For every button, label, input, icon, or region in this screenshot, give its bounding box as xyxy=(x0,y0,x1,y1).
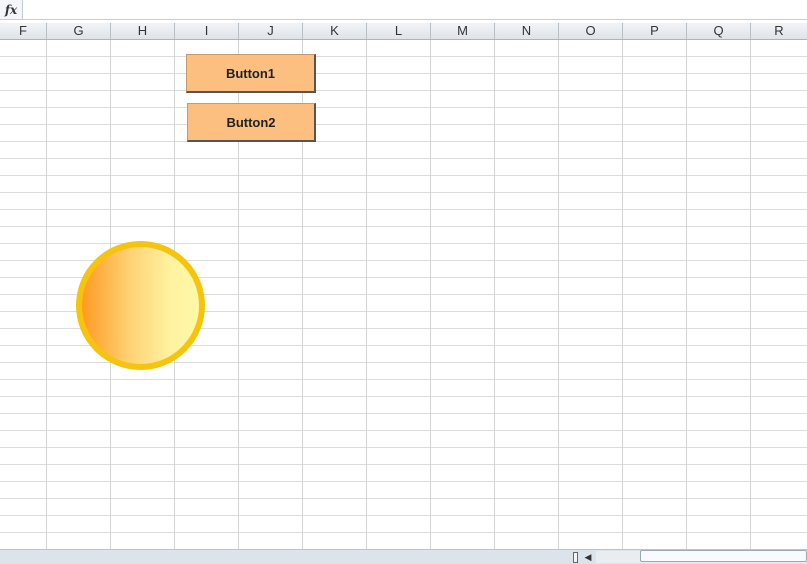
gridline xyxy=(622,40,623,549)
formula-bar: fx xyxy=(0,0,807,20)
gridline xyxy=(494,40,495,549)
column-header-n[interactable]: N xyxy=(495,23,559,39)
column-header-i[interactable]: I xyxy=(175,23,239,39)
formula-input[interactable] xyxy=(23,0,807,19)
gridline xyxy=(558,40,559,549)
column-header-r[interactable]: R xyxy=(751,23,807,39)
column-header-f[interactable]: F xyxy=(0,23,47,39)
gridline xyxy=(686,40,687,549)
column-header-j[interactable]: J xyxy=(239,23,303,39)
gridline xyxy=(366,40,367,549)
column-header-q[interactable]: Q xyxy=(687,23,751,39)
column-header-k[interactable]: K xyxy=(303,23,367,39)
circle-shape[interactable] xyxy=(76,241,205,370)
arrow-left-icon[interactable]: ◀ xyxy=(582,551,594,563)
column-header-m[interactable]: M xyxy=(431,23,495,39)
split-handle-icon[interactable] xyxy=(573,552,578,563)
column-header-l[interactable]: L xyxy=(367,23,431,39)
column-header-p[interactable]: P xyxy=(623,23,687,39)
gridline xyxy=(750,40,751,549)
button1[interactable]: Button1 xyxy=(186,54,316,93)
gridline xyxy=(46,40,47,549)
scroll-thumb[interactable] xyxy=(640,550,807,562)
column-header-o[interactable]: O xyxy=(559,23,623,39)
function-icon[interactable]: fx xyxy=(0,0,23,19)
button2[interactable]: Button2 xyxy=(187,103,316,142)
column-header-h[interactable]: H xyxy=(111,23,175,39)
column-header-row: F G H I J K L M N O P Q R xyxy=(0,23,807,40)
column-header-g[interactable]: G xyxy=(47,23,111,39)
gridline xyxy=(430,40,431,549)
